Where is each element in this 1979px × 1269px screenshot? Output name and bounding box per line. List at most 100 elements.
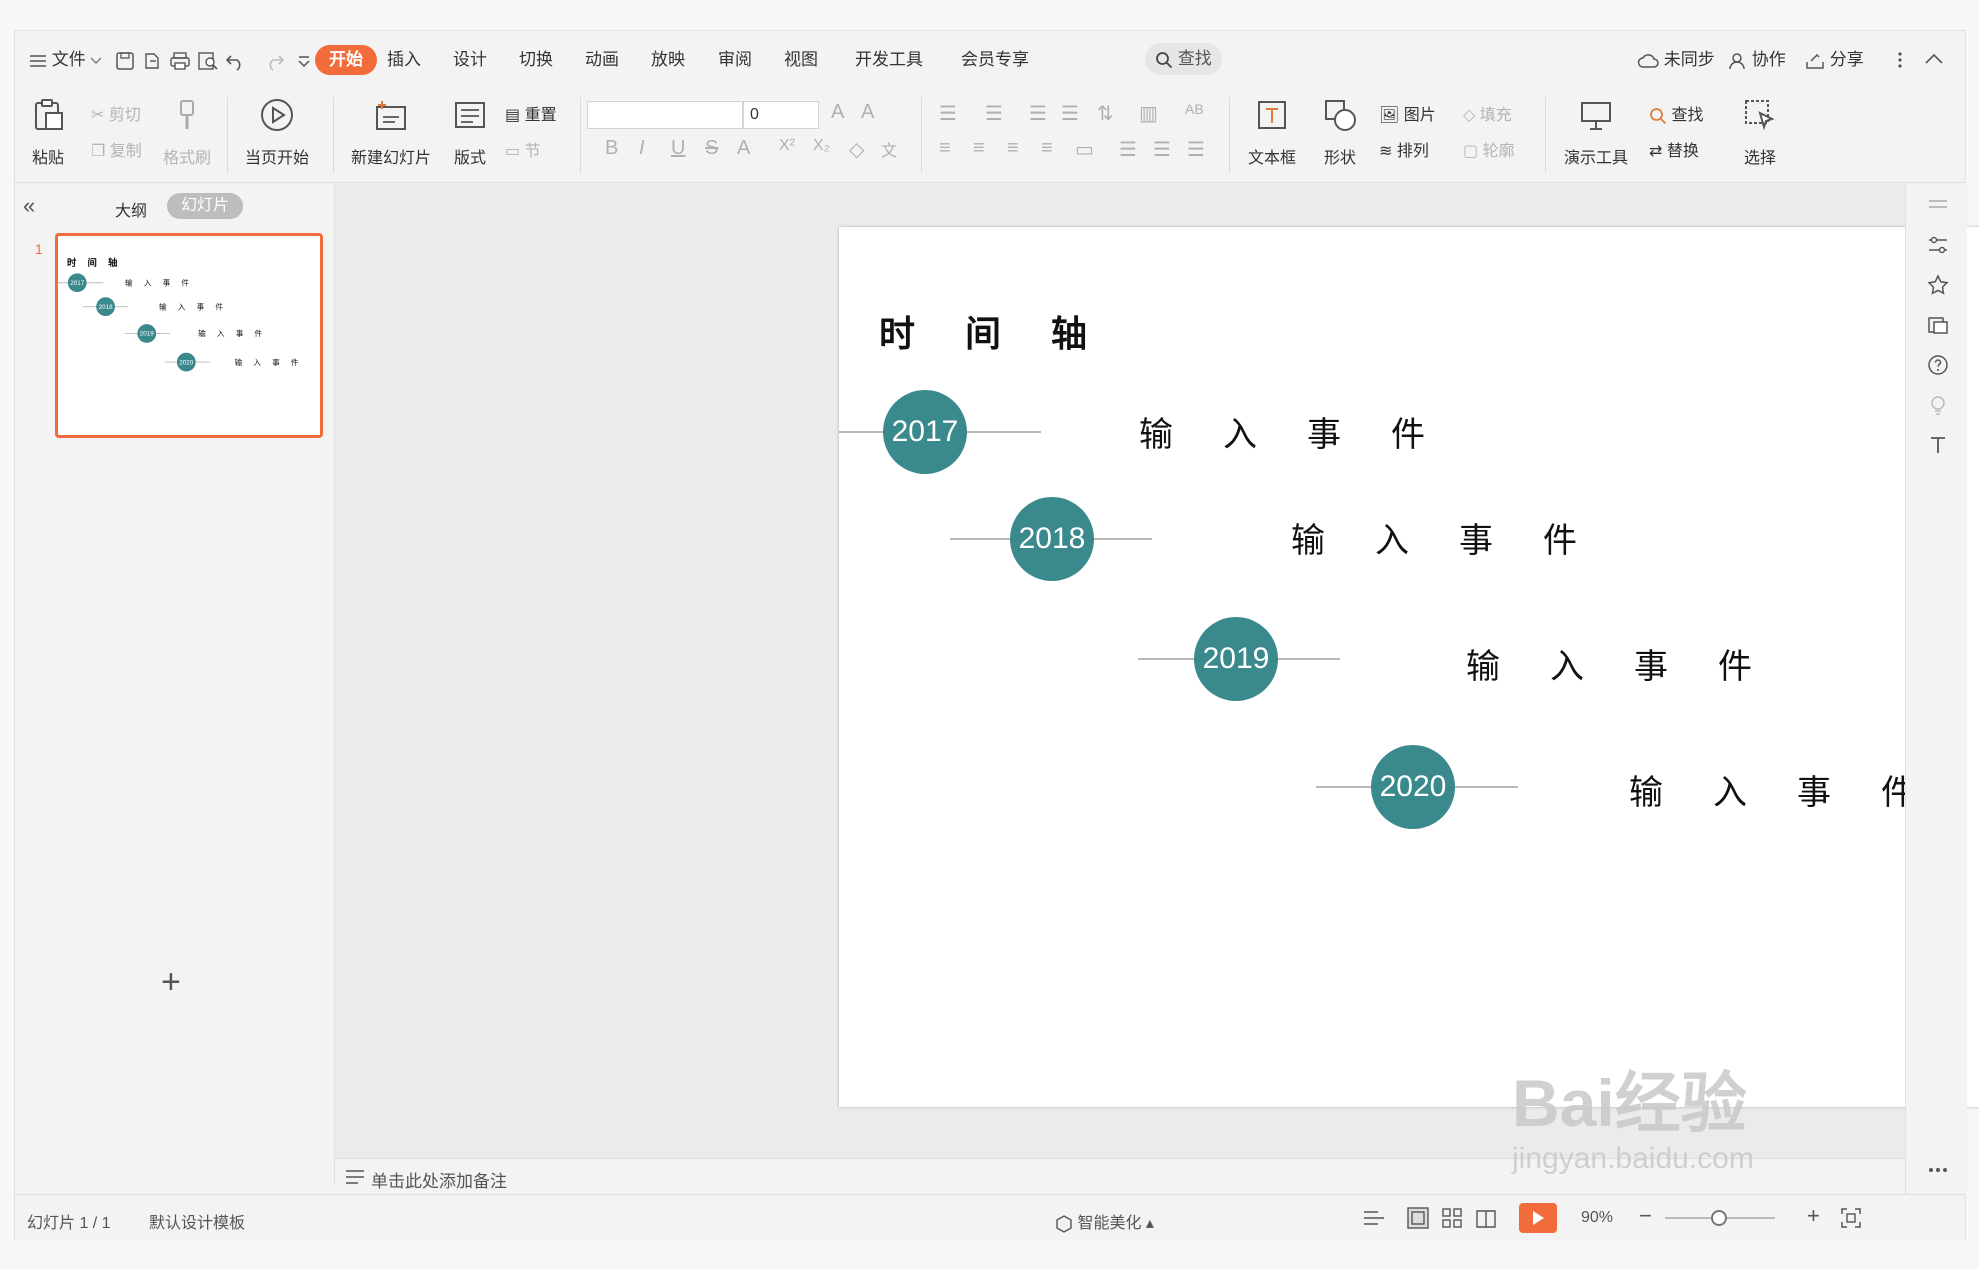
- superscript-icon[interactable]: X²: [779, 137, 795, 155]
- fit-window-icon[interactable]: [1841, 1208, 1861, 1228]
- phonetic-icon[interactable]: 文: [881, 137, 897, 161]
- tab-insert[interactable]: 插入: [377, 45, 431, 75]
- line-spacing-icon[interactable]: ☰: [1119, 137, 1137, 162]
- collab-button[interactable]: 协作: [1729, 45, 1786, 75]
- new-slide-button[interactable]: 新建幻灯片: [343, 97, 439, 168]
- tab-member[interactable]: 会员专享: [951, 45, 1039, 75]
- sync-status[interactable]: 未同步: [1637, 45, 1715, 75]
- event-text[interactable]: 输入事件: [1291, 513, 1627, 562]
- event-text[interactable]: 输入事件: [1139, 407, 1475, 456]
- print-icon[interactable]: [169, 51, 191, 71]
- paste-button[interactable]: 粘贴: [25, 97, 71, 168]
- tab-view[interactable]: 视图: [774, 45, 828, 75]
- file-menu[interactable]: 文件: [29, 45, 102, 75]
- zoom-slider-handle[interactable]: [1711, 1210, 1727, 1226]
- italic-icon[interactable]: I: [639, 137, 645, 160]
- tab-review[interactable]: 审阅: [708, 45, 762, 75]
- tab-home[interactable]: 开始: [315, 45, 377, 75]
- justify-icon[interactable]: ≡: [1041, 137, 1053, 160]
- presentation-tools-button[interactable]: 演示工具: [1553, 97, 1639, 168]
- year-badge[interactable]: 2020: [1371, 745, 1455, 829]
- redo-icon[interactable]: [263, 51, 285, 71]
- font-size-select[interactable]: 0: [743, 101, 819, 129]
- columns-icon[interactable]: ▥: [1139, 101, 1158, 126]
- text-tool-icon[interactable]: [1926, 433, 1950, 457]
- para-settings-icon[interactable]: ☰: [1187, 137, 1205, 162]
- outline-button[interactable]: ▢ 轮廓: [1463, 137, 1515, 161]
- slide[interactable]: 时间轴 2017 输入事件 2018 输入事件 2019 输入事件 2020 输…: [839, 227, 1979, 1107]
- find-button[interactable]: 查找: [1649, 101, 1703, 125]
- shape-button[interactable]: 形状: [1315, 97, 1365, 168]
- collapse-panel-icon[interactable]: «: [23, 193, 35, 219]
- increase-indent-icon[interactable]: ☰: [1061, 101, 1079, 126]
- year-badge[interactable]: 2019: [1194, 617, 1278, 701]
- event-text[interactable]: 输入事件: [1466, 639, 1802, 688]
- reset-button[interactable]: ▤ 重置: [505, 101, 557, 125]
- underline-icon[interactable]: U: [671, 137, 685, 160]
- slide-thumbnail[interactable]: 时间轴 2017 输入事件 2018 输入事件 2019 输入事件 2020 输入事件: [55, 233, 323, 438]
- numbering-icon[interactable]: ☰: [985, 101, 1003, 126]
- export-icon[interactable]: [142, 51, 162, 71]
- font-color-icon[interactable]: A: [737, 137, 750, 160]
- tab-transition[interactable]: 切换: [509, 45, 563, 75]
- layout-button[interactable]: 版式: [447, 97, 493, 168]
- help-icon[interactable]: [1926, 353, 1950, 377]
- grow-font-icon[interactable]: A: [831, 101, 844, 124]
- print-preview-icon[interactable]: [197, 51, 219, 71]
- star-icon[interactable]: [1926, 273, 1950, 297]
- lightbulb-icon[interactable]: [1926, 393, 1950, 417]
- zoom-in-button[interactable]: +: [1807, 1203, 1820, 1229]
- notes-toggle-icon[interactable]: [1363, 1209, 1385, 1227]
- zoom-out-button[interactable]: −: [1639, 1203, 1652, 1229]
- template-name[interactable]: 默认设计模板: [149, 1209, 245, 1233]
- text-direction-icon[interactable]: ⇅: [1097, 101, 1114, 126]
- copy-button[interactable]: ❐ 复制: [91, 137, 142, 161]
- clear-format-icon[interactable]: ◇: [849, 137, 864, 162]
- tab-animation[interactable]: 动画: [575, 45, 629, 75]
- arrange-button[interactable]: ≋ 排列: [1379, 137, 1429, 161]
- decrease-indent-icon[interactable]: ☰: [1029, 101, 1047, 126]
- shrink-font-icon[interactable]: A: [861, 101, 874, 124]
- align-left-icon[interactable]: ≡: [939, 137, 951, 160]
- tab-developer[interactable]: 开发工具: [845, 45, 933, 75]
- align-center-icon[interactable]: ≡: [973, 137, 985, 160]
- tab-slideshow[interactable]: 放映: [641, 45, 695, 75]
- menu-lines-icon[interactable]: [1926, 195, 1950, 219]
- zoom-level[interactable]: 90%: [1581, 1209, 1613, 1227]
- picture-button[interactable]: 🖼 图片: [1379, 101, 1436, 125]
- slideshow-button[interactable]: [1519, 1203, 1557, 1233]
- fill-button[interactable]: ◇ 填充: [1463, 101, 1512, 125]
- font-family-select[interactable]: [587, 101, 743, 129]
- paragraph-spacing-icon[interactable]: ☰: [1153, 137, 1171, 162]
- replace-button[interactable]: ⇄ 替换: [1649, 137, 1699, 161]
- customize-toolbar-icon[interactable]: [297, 55, 311, 67]
- distribute-icon[interactable]: ▭: [1075, 137, 1094, 162]
- slide-title[interactable]: 时间轴: [879, 305, 1137, 357]
- cut-button[interactable]: ✂ 剪切: [91, 101, 141, 125]
- reading-view-icon[interactable]: [1475, 1207, 1497, 1229]
- bold-icon[interactable]: B: [605, 137, 618, 160]
- add-slide-button[interactable]: +: [161, 963, 181, 1002]
- section-button[interactable]: ▭ 节: [505, 137, 541, 161]
- share-button[interactable]: 分享: [1805, 45, 1864, 75]
- year-badge[interactable]: 2017: [883, 390, 967, 474]
- subscript-icon[interactable]: X₂: [813, 137, 830, 155]
- search-command[interactable]: 查找: [1145, 43, 1222, 75]
- tab-slides[interactable]: 幻灯片: [167, 193, 243, 219]
- beautify-button[interactable]: 智能美化 ▴: [1055, 1209, 1154, 1233]
- text-effect-icon[interactable]: AB: [1185, 101, 1204, 117]
- normal-view-icon[interactable]: [1407, 1207, 1429, 1229]
- tab-outline[interactable]: 大纲: [115, 197, 147, 221]
- play-current-button[interactable]: 当页开始: [237, 97, 317, 168]
- tab-design[interactable]: 设计: [443, 45, 497, 75]
- format-painter-button[interactable]: 格式刷: [159, 97, 215, 168]
- grid-view-icon[interactable]: [1441, 1207, 1463, 1229]
- save-icon[interactable]: [115, 51, 135, 71]
- undo-icon[interactable]: [225, 51, 247, 71]
- settings-sliders-icon[interactable]: [1926, 233, 1950, 257]
- bullets-icon[interactable]: ☰: [939, 101, 957, 126]
- copy-frame-icon[interactable]: [1926, 313, 1950, 337]
- more-horizontal-icon[interactable]: [1926, 1158, 1950, 1182]
- more-vertical-icon[interactable]: [1897, 51, 1903, 69]
- year-badge[interactable]: 2018: [1010, 497, 1094, 581]
